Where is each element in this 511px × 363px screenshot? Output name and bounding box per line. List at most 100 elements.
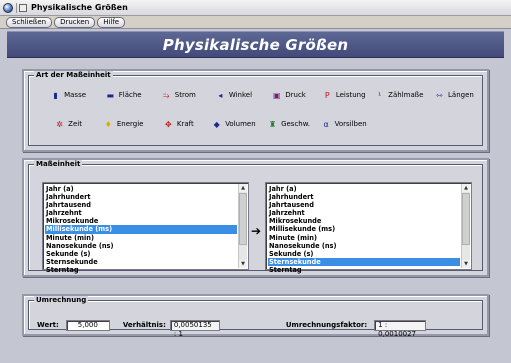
current-icon: ⥲ (163, 90, 170, 100)
list-item[interactable]: Nanosekunde (ns) (45, 242, 237, 250)
unit-type-prefix[interactable]: α Vorsilben (317, 118, 372, 130)
power-icon: P (324, 90, 330, 100)
list-item[interactable]: Sternsekunde (45, 258, 237, 266)
ratio-label: Verhältnis: (122, 321, 166, 329)
unit-type-energy[interactable]: ♦ Energie (96, 118, 151, 130)
list-item[interactable]: Nanosekunde (ns) (268, 242, 460, 250)
speed-icon: ♜ (268, 119, 277, 129)
scroll-up-icon[interactable]: ▲ (239, 184, 247, 192)
value-input[interactable]: 5,000 (65, 319, 110, 331)
list-item[interactable]: Jahrtausend (45, 201, 237, 209)
close-menu-button[interactable]: Schließen (6, 16, 53, 28)
print-menu-button[interactable]: Drucken (54, 16, 96, 28)
angle-icon: ◂ (218, 90, 223, 100)
list-item[interactable]: Jahr (a) (268, 185, 460, 193)
list-item[interactable]: Jahrhundert (268, 193, 460, 201)
unit-type-label: Winkel (228, 91, 253, 99)
list-item[interactable]: Sekunde (s) (268, 250, 460, 258)
list-item[interactable]: Sterntag (45, 266, 237, 274)
target-scrollbar[interactable]: ▲ ▼ (461, 184, 470, 268)
factor-label: Umrechnungsfaktor: (285, 321, 368, 329)
list-item[interactable]: Mikrosekunde (268, 217, 460, 225)
clock-icon: ✲ (56, 119, 63, 129)
mass-icon: ▮ (53, 90, 58, 100)
unit-type-count[interactable]: ¹ Zählmaße (372, 89, 427, 101)
prefix-icon: α (323, 119, 329, 129)
list-item[interactable]: Jahrzehnt (45, 209, 237, 217)
list-item[interactable]: Millisekunde (ms) (45, 225, 237, 234)
titlebar-quick-icon[interactable] (19, 3, 27, 12)
unit-type-pressure[interactable]: ▣ Druck (262, 89, 317, 101)
unit-type-label: Masse (64, 91, 87, 99)
force-icon: ✥ (165, 119, 172, 129)
unit-type-volume[interactable]: ◆ Volumen (206, 118, 261, 130)
help-menu-button[interactable]: Hilfe (97, 16, 126, 28)
conversion-row: Wert: 5,000 Verhältnis: 0,0050135 : 1 Um… (37, 318, 474, 338)
unit-group: Maßeinheit Jahr (a) Jahrhundert Jahrtausen… (28, 160, 483, 274)
unit-panel: Maßeinheit Jahr (a) Jahrhundert Jahrtausen… (22, 158, 489, 277)
ratio-field: 0,0050135 : 1 (169, 319, 220, 338)
menubar: Schließen Drucken Hilfe (0, 16, 511, 29)
unit-type-label: Vorsilben (334, 120, 367, 128)
unit-type-label: Längen (448, 91, 474, 99)
unit-type-clock[interactable]: ✲ Zeit (41, 118, 96, 130)
list-item[interactable]: Minute (min) (45, 234, 237, 242)
unit-legend: Maßeinheit (34, 160, 83, 168)
conversion-legend: Umrechnung (34, 296, 89, 304)
unit-type-label: Zählmaße (388, 91, 424, 99)
app-icon[interactable] (3, 2, 13, 13)
right-arrow-icon: ➔ (251, 224, 262, 238)
unit-type-mass[interactable]: ▮ Masse (41, 89, 96, 101)
unit-type-speed[interactable]: ♜ Geschw. (262, 118, 317, 130)
conversion-panel: Umrechnung Wert: 5,000 Verhältnis: 0,005… (22, 294, 489, 338)
unit-type-label: Volumen (225, 120, 256, 128)
unit-type-label: Druck (285, 91, 306, 99)
unit-type-label: Kraft (176, 120, 194, 128)
unit-type-length[interactable]: ⇿ Längen (427, 89, 482, 101)
conversion-group: Umrechnung Wert: 5,000 Verhältnis: 0,005… (28, 296, 483, 338)
list-item[interactable]: Sekunde (s) (45, 250, 237, 258)
unit-type-panel: Art der Maßeinheit ▮ Masse ▬ Fläche ⥲ Strom ◂ W… (22, 69, 489, 152)
list-item[interactable]: Minute (min) (268, 234, 460, 242)
unit-type-label: Strom (174, 91, 196, 99)
list-item[interactable]: Sterntag (268, 266, 460, 274)
area-icon: ▬ (106, 90, 115, 100)
source-scrollbar[interactable]: ▲ ▼ (238, 184, 247, 268)
pressure-icon: ▣ (272, 90, 281, 100)
scroll-thumb[interactable] (462, 193, 470, 245)
unit-type-group: Art der Maßeinheit ▮ Masse ▬ Fläche ⥲ Strom ◂ W… (28, 71, 483, 146)
unit-type-label: Zeit (68, 120, 82, 128)
list-item[interactable]: Jahr (a) (45, 185, 237, 193)
length-icon: ⇿ (436, 90, 443, 100)
unit-type-grid: ▮ Masse ▬ Fläche ⥲ Strom ◂ Winkel ▣ Druck P Leistun… (41, 89, 482, 130)
window-title: Physikalische Größen (31, 3, 128, 12)
window-titlebar: Physikalische Größen (0, 0, 511, 16)
unit-type-angle[interactable]: ◂ Winkel (206, 89, 261, 101)
scroll-down-icon[interactable]: ▼ (462, 260, 470, 268)
unit-type-label: Energie (116, 120, 144, 128)
unit-type-power[interactable]: P Leistung (317, 89, 372, 101)
unit-type-label: Fläche (118, 91, 142, 99)
scroll-thumb[interactable] (239, 193, 247, 245)
unit-type-force[interactable]: ✥ Kraft (151, 118, 206, 130)
target-unit-listbox[interactable]: Jahr (a) Jahrhundert Jahrtausend Jahrzehnt M… (265, 182, 472, 274)
target-unit-items: Jahr (a) Jahrhundert Jahrtausend Jahrzehnt M… (268, 185, 460, 274)
source-unit-listbox[interactable]: Jahr (a) Jahrhundert Jahrtausend Jahrzehnt M… (42, 182, 249, 274)
factor-field: 1 : 0,0010027 (374, 319, 427, 338)
list-item[interactable]: Sternsekunde (268, 257, 460, 266)
source-unit-items: Jahr (a) Jahrhundert Jahrtausend Jahrzehnt M… (45, 185, 237, 274)
titlebar-separator (16, 2, 17, 13)
list-item[interactable]: Millisekunde (ms) (268, 225, 460, 233)
count-icon: ¹ (378, 90, 382, 100)
list-item[interactable]: Mikrosekunde (45, 217, 237, 225)
page-title: Physikalische Größen (162, 36, 349, 54)
list-item[interactable]: Jahrzehnt (268, 209, 460, 217)
list-item[interactable]: Jahrhundert (45, 193, 237, 201)
list-item[interactable]: Jahrtausend (268, 201, 460, 209)
energy-icon: ♦ (104, 119, 112, 129)
unit-type-area[interactable]: ▬ Fläche (96, 89, 151, 101)
scroll-up-icon[interactable]: ▲ (462, 184, 470, 192)
unit-type-current[interactable]: ⥲ Strom (151, 89, 206, 101)
scroll-down-icon[interactable]: ▼ (239, 260, 247, 268)
volume-icon: ◆ (213, 119, 220, 129)
